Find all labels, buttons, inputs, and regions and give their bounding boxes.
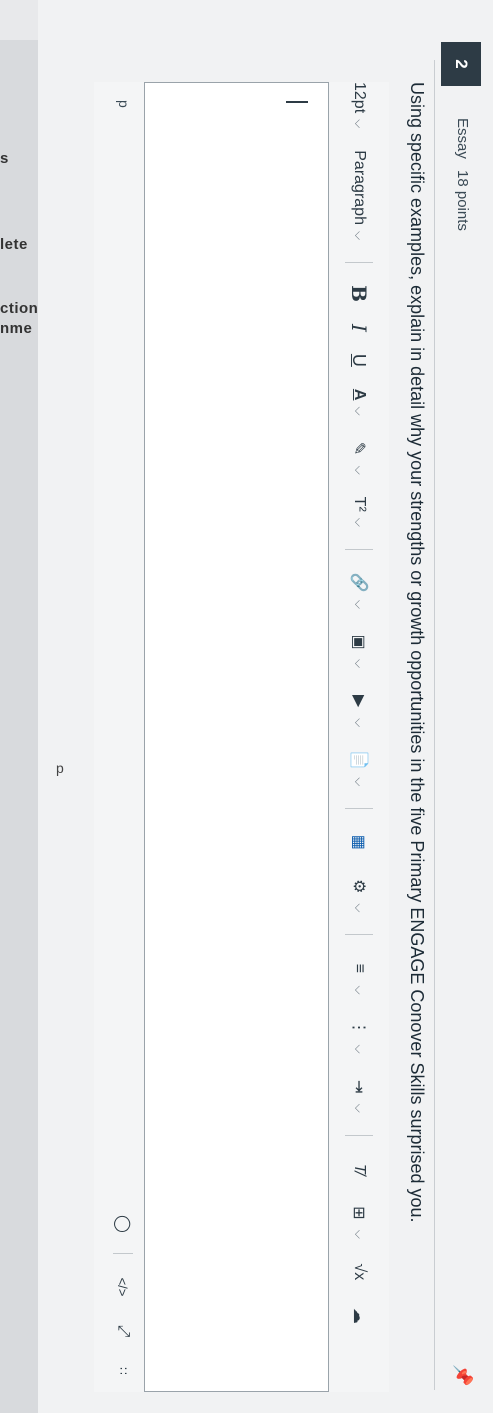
font-size-label: 12pt: [351, 82, 368, 114]
accessibility-icon[interactable]: ◯: [112, 1213, 134, 1235]
side-fragment: lete: [0, 236, 28, 253]
sidebar-paragraph-label: p: [56, 760, 64, 776]
chevron-down-icon: ⌵: [352, 599, 367, 609]
chevron-down-icon: ⌵: [352, 465, 367, 475]
chevron-down-icon: ⌵: [352, 985, 367, 995]
italic-button[interactable]: I: [347, 324, 371, 332]
editor-content-area[interactable]: [144, 82, 329, 1392]
side-fragment: s: [0, 150, 9, 167]
element-path[interactable]: p: [116, 100, 132, 108]
editor-toolbar: 12pt ⌵ Paragraph ⌵ B I U A ⌵ ✎ ⌵ T² ⌵ 🔗 …: [329, 82, 389, 1392]
font-size-select[interactable]: 12pt ⌵: [350, 82, 368, 128]
toolbar-separator: [345, 808, 373, 810]
table-button[interactable]: ⊞ ⌵: [348, 1202, 370, 1239]
statusbar-tools: ◯ </> ⤢ ∷: [112, 1195, 134, 1382]
html-view-button[interactable]: </>: [112, 1272, 134, 1302]
side-nav-item[interactable]: [0, 0, 38, 40]
rich-text-editor: 12pt ⌵ Paragraph ⌵ B I U A ⌵ ✎ ⌵ T² ⌵ 🔗 …: [94, 82, 389, 1392]
editor-statusbar: p ◯ </> ⤢ ∷: [102, 82, 144, 1392]
clear-format-button[interactable]: T̸: [348, 1158, 370, 1180]
list-button[interactable]: ⋮ ⌵: [348, 1017, 370, 1054]
superscript-label: T²: [351, 496, 368, 512]
question-number: 2: [441, 42, 481, 86]
block-format-label: Paragraph: [351, 150, 368, 225]
table-icon: ⊞: [350, 1206, 367, 1220]
highlighter-icon: ✎: [350, 441, 367, 456]
more-icon: ☁: [350, 1307, 367, 1324]
image-icon: ▣: [350, 634, 367, 650]
bold-button[interactable]: B: [347, 285, 371, 302]
fullscreen-icon[interactable]: ⤢: [112, 1320, 134, 1342]
indent-button[interactable]: ⇥ ⌵: [348, 1076, 370, 1113]
text-color-button[interactable]: A ⌵: [350, 389, 368, 416]
highlight-button[interactable]: ✎ ⌵: [348, 438, 370, 475]
align-button[interactable]: ≡ ⌵: [348, 957, 370, 995]
question-pane: 2 Essay 18 points 📌 Using specific examp…: [38, 0, 493, 1413]
indent-icon: ⇥: [350, 1079, 367, 1094]
block-format-select[interactable]: Paragraph ⌵: [350, 150, 368, 240]
resize-handle-icon[interactable]: ∷: [112, 1360, 134, 1382]
clear-format-icon: T̸: [351, 1163, 368, 1174]
side-fragment: ction: [0, 300, 39, 317]
apps-button[interactable]: ▦: [348, 831, 370, 853]
media-button[interactable]: ▶ ⌵: [348, 690, 370, 727]
chevron-down-icon: ⌵: [352, 119, 367, 129]
chevron-down-icon: ⌵: [352, 406, 367, 416]
question-points: 18 points: [454, 170, 471, 231]
align-icon: ≡: [351, 963, 368, 974]
chevron-down-icon: ⌵: [352, 1103, 367, 1113]
equation-icon: √x: [351, 1263, 368, 1281]
toolbar-separator: [345, 1134, 373, 1136]
document-icon: 📄: [350, 750, 367, 771]
text-caret: [286, 101, 308, 103]
question-header: 2 Essay 18 points 📌: [441, 20, 485, 1400]
link-button[interactable]: 🔗 ⌵: [348, 572, 370, 609]
side-panel: s lete ction nme: [0, 0, 38, 1413]
plugin-icon: ⚙: [350, 879, 367, 894]
apps-icon: ▦: [350, 834, 367, 850]
chevron-down-icon: ⌵: [352, 1044, 367, 1054]
side-fragment: nme: [0, 320, 33, 337]
pin-icon[interactable]: 📌: [452, 1364, 473, 1386]
toolbar-separator: [345, 262, 373, 264]
chevron-down-icon: ⌵: [352, 517, 367, 527]
text-color-label: A: [351, 388, 368, 401]
divider: [434, 60, 435, 1390]
question-prompt: Using specific examples, explain in deta…: [407, 82, 427, 1223]
chevron-down-icon: ⌵: [352, 777, 367, 787]
link-icon: 🔗: [350, 572, 367, 593]
chevron-down-icon: ⌵: [352, 230, 367, 241]
plugin-button[interactable]: ⚙ ⌵: [348, 875, 370, 912]
chevron-down-icon: ⌵: [352, 903, 367, 913]
ordered-list-icon: ⋮: [350, 1019, 367, 1036]
question-type: Essay: [454, 118, 471, 159]
document-button[interactable]: 📄 ⌵: [348, 749, 370, 786]
media-icon: ▶: [350, 694, 367, 708]
underline-button[interactable]: U: [349, 354, 370, 367]
chevron-down-icon: ⌵: [352, 659, 367, 669]
more-button[interactable]: ☁: [348, 1305, 370, 1327]
toolbar-separator: [345, 934, 373, 936]
toolbar-separator: [345, 548, 373, 550]
superscript-button[interactable]: T² ⌵: [350, 497, 368, 527]
chevron-down-icon: ⌵: [352, 1229, 367, 1239]
equation-button[interactable]: √x: [348, 1261, 370, 1283]
image-button[interactable]: ▣ ⌵: [348, 631, 370, 668]
statusbar-separator: [113, 1253, 133, 1254]
chevron-down-icon: ⌵: [352, 718, 367, 728]
